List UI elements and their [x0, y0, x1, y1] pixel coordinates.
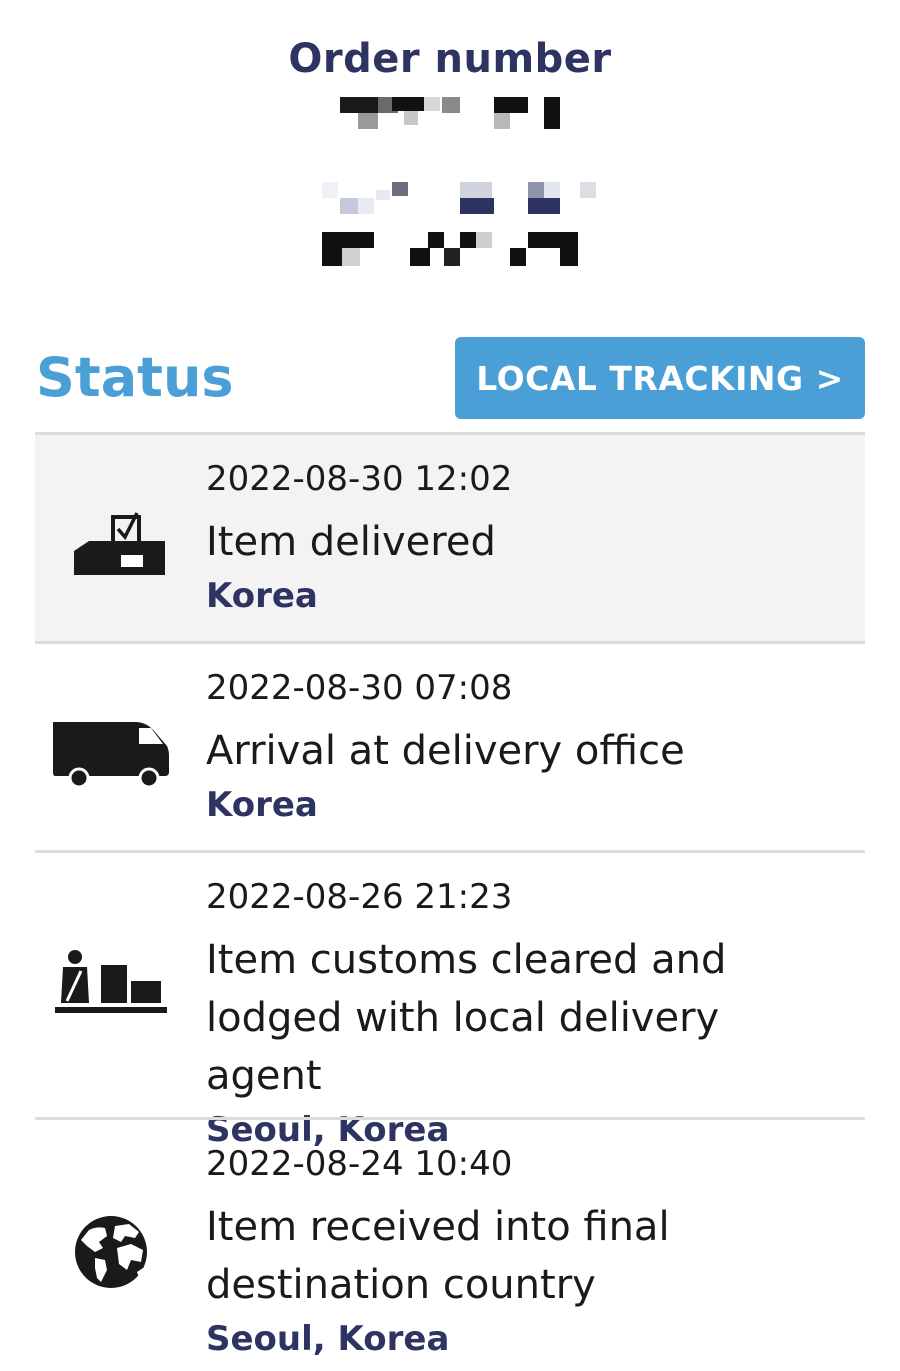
delivery-van-icon — [51, 710, 171, 790]
tracking-timeline: 2022-08-30 12:02 Item delivered Korea 20… — [35, 432, 865, 1371]
event-description: Item customs cleared and lodged with loc… — [206, 937, 727, 1099]
event-description: Item received into final destination cou… — [206, 1204, 670, 1308]
event-description: Arrival at delivery office — [206, 728, 685, 774]
mailbox-delivered-icon — [51, 501, 171, 581]
timeline-event: 2022-08-30 07:08 Arrival at delivery off… — [35, 641, 865, 850]
local-tracking-button[interactable]: LOCAL TRACKING > — [455, 337, 865, 419]
timeline-event: 2022-08-30 12:02 Item delivered Korea — [35, 432, 865, 641]
globe-icon — [51, 1212, 171, 1292]
event-location: Korea — [206, 576, 318, 616]
event-time: 2022-08-26 21:23 — [206, 877, 513, 917]
event-time: 2022-08-30 07:08 — [206, 668, 513, 708]
timeline-event: 2022-08-24 10:40 Item received into fina… — [35, 1117, 865, 1371]
event-time: 2022-08-30 12:02 — [206, 459, 513, 499]
event-location: Seoul, Korea — [206, 1319, 450, 1359]
redacted-order-number — [0, 0, 900, 280]
event-location: Korea — [206, 785, 318, 825]
tracking-page: Order number Status LOCAL TRACKING > 202… — [0, 0, 900, 1371]
event-time: 2022-08-24 10:40 — [206, 1144, 513, 1184]
customs-agent-icon — [51, 945, 171, 1025]
status-heading: Status — [36, 346, 234, 409]
event-description: Item delivered — [206, 519, 496, 565]
timeline-event: 2022-08-26 21:23 Item customs cleared an… — [35, 850, 865, 1150]
